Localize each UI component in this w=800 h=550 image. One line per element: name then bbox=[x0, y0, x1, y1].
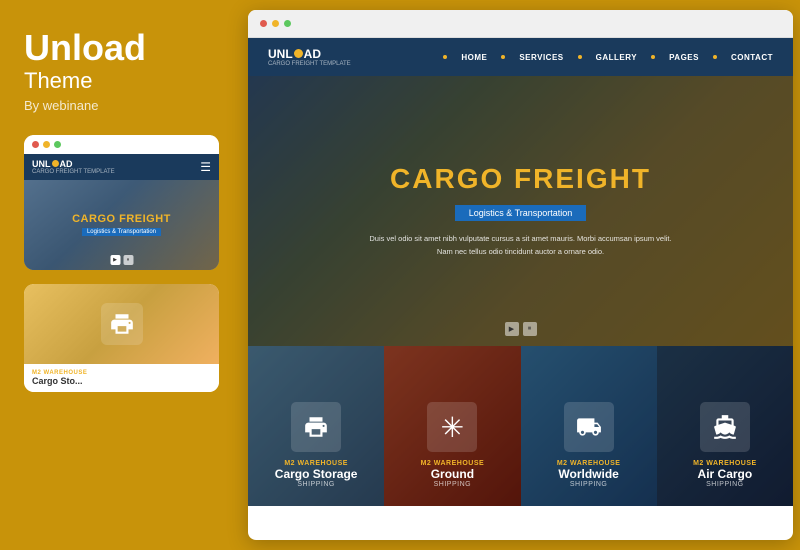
service-card-worldwide[interactable]: M2 Warehouse Worldwide SHIPPING bbox=[521, 346, 657, 506]
print-icon bbox=[109, 311, 135, 337]
nav-separator-2 bbox=[501, 55, 505, 59]
svc-title-1: Cargo Storage bbox=[275, 467, 358, 481]
svc-sub-3: SHIPPING bbox=[557, 481, 621, 488]
dot-green bbox=[54, 141, 61, 148]
mobile-hero-title: CARGO FREIGHT bbox=[72, 213, 171, 225]
nav-separator-4 bbox=[651, 55, 655, 59]
hero-pause-btn[interactable]: ⏸ bbox=[523, 322, 537, 336]
hero-content: CARGO FREIGHT Logistics & Transportation… bbox=[301, 163, 741, 259]
svc-icon-wrap-1 bbox=[291, 402, 341, 452]
hero-text: Duis vel odio sit amet nibh vulputate cu… bbox=[361, 233, 681, 259]
svc-title-3: Worldwide bbox=[557, 467, 621, 481]
mobile-hero-subtitle: Logistics & Transportation bbox=[82, 228, 161, 236]
svc-sub-4: SHIPPING bbox=[693, 481, 757, 488]
svc-icon-wrap-3 bbox=[564, 402, 614, 452]
mobile-logo: UNLAD CARGO FREIGHT TEMPLATE bbox=[32, 159, 115, 175]
svc-tag-4: M2 Warehouse bbox=[693, 460, 757, 467]
mobile-service-card: M2 Warehouse Cargo Sto... bbox=[24, 284, 219, 392]
nav-separator-3 bbox=[578, 55, 582, 59]
services-grid: M2 Warehouse Cargo Storage SHIPPING ✳ M2… bbox=[248, 346, 793, 506]
mobile-preview-card: UNLAD CARGO FREIGHT TEMPLATE ☰ CARGO FRE… bbox=[24, 135, 219, 270]
desktop-preview: UNLAD CARGO FREIGHT TEMPLATE HOME SERVIC… bbox=[248, 10, 793, 540]
nav-logo-dot bbox=[294, 49, 303, 58]
mobile-browser-bar bbox=[24, 135, 219, 154]
nav-links: HOME SERVICES GALLERY PAGES CONTACT bbox=[443, 53, 773, 62]
browser-dot-yellow bbox=[272, 20, 279, 27]
nav-separator-5 bbox=[713, 55, 717, 59]
worldwide-icon bbox=[576, 414, 602, 440]
cargo-storage-icon bbox=[303, 414, 329, 440]
service-card-ground[interactable]: ✳ M2 Warehouse Ground SHIPPING bbox=[384, 346, 520, 506]
service-card-cargo-storage[interactable]: M2 Warehouse Cargo Storage SHIPPING bbox=[248, 346, 384, 506]
mobile-logo-sub: CARGO FREIGHT TEMPLATE bbox=[32, 169, 115, 175]
hero-section: CARGO FREIGHT Logistics & Transportation… bbox=[248, 76, 793, 346]
play-button[interactable]: ▶ bbox=[110, 255, 120, 265]
hero-play-btn[interactable]: ▶ bbox=[505, 322, 519, 336]
nav-logo: UNLAD CARGO FREIGHT TEMPLATE bbox=[268, 47, 351, 67]
brand-by: By webinane bbox=[24, 98, 221, 113]
svc-tag-3: M2 Warehouse bbox=[557, 460, 621, 467]
mobile-nav: UNLAD CARGO FREIGHT TEMPLATE ☰ bbox=[24, 154, 219, 180]
hero-controls: ▶ ⏸ bbox=[505, 322, 537, 336]
svc-content-1: M2 Warehouse Cargo Storage SHIPPING bbox=[275, 402, 358, 488]
dot-red bbox=[32, 141, 39, 148]
svc-title-2: Ground bbox=[421, 467, 485, 481]
browser-dot-red bbox=[260, 20, 267, 27]
svc-title-4: Air Cargo bbox=[693, 467, 757, 481]
nav-link-services[interactable]: SERVICES bbox=[519, 53, 563, 62]
svc-sub-2: SHIPPING bbox=[421, 481, 485, 488]
svc-icon-wrap-2: ✳ bbox=[427, 402, 477, 452]
mobile-card-title: Cargo Sto... bbox=[32, 376, 211, 386]
browser-dot-green bbox=[284, 20, 291, 27]
dot-yellow bbox=[43, 141, 50, 148]
nav-link-home[interactable]: HOME bbox=[461, 53, 487, 62]
nav-link-pages[interactable]: PAGES bbox=[669, 53, 699, 62]
mobile-card-label: M2 Warehouse Cargo Sto... bbox=[24, 364, 219, 392]
browser-bar bbox=[248, 10, 793, 38]
ground-icon: ✳ bbox=[441, 411, 464, 444]
mobile-card-image bbox=[24, 284, 219, 364]
nav-link-contact[interactable]: CONTACT bbox=[731, 53, 773, 62]
mobile-card-icon-box bbox=[101, 303, 143, 345]
hero-title: CARGO FREIGHT bbox=[361, 163, 681, 195]
nav-separator-1 bbox=[443, 55, 447, 59]
svc-sub-1: SHIPPING bbox=[275, 481, 358, 488]
pause-button[interactable]: ⏸ bbox=[123, 255, 133, 265]
left-panel: Unload Theme By webinane UNLAD CARGO FRE… bbox=[0, 0, 245, 550]
mobile-logo-dot bbox=[52, 160, 59, 167]
service-card-air-cargo[interactable]: M2 Warehouse Air Cargo SHIPPING bbox=[657, 346, 793, 506]
svc-icon-wrap-4 bbox=[700, 402, 750, 452]
svc-tag-2: M2 Warehouse bbox=[421, 460, 485, 467]
svc-content-4: M2 Warehouse Air Cargo SHIPPING bbox=[693, 402, 757, 488]
brand-title: Unload bbox=[24, 28, 221, 68]
mobile-hero: CARGO FREIGHT Logistics & Transportation… bbox=[24, 180, 219, 270]
mobile-hero-controls: ▶ ⏸ bbox=[110, 255, 133, 265]
brand-subtitle: Theme bbox=[24, 68, 221, 94]
hero-badge: Logistics & Transportation bbox=[455, 205, 587, 221]
nav-logo-sub: CARGO FREIGHT TEMPLATE bbox=[268, 61, 351, 67]
svc-tag-1: M2 Warehouse bbox=[275, 460, 358, 467]
nav-link-gallery[interactable]: GALLERY bbox=[596, 53, 637, 62]
hamburger-icon: ☰ bbox=[200, 160, 211, 174]
svc-content-3: M2 Warehouse Worldwide SHIPPING bbox=[557, 402, 621, 488]
svc-content-2: ✳ M2 Warehouse Ground SHIPPING bbox=[421, 402, 485, 488]
air-cargo-icon bbox=[712, 414, 738, 440]
website-nav: UNLAD CARGO FREIGHT TEMPLATE HOME SERVIC… bbox=[248, 38, 793, 76]
